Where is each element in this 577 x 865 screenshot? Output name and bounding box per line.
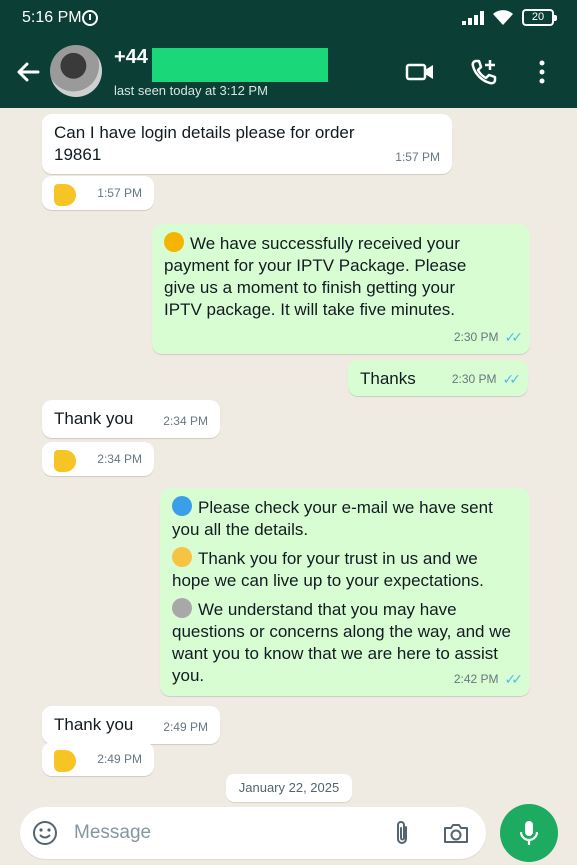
reaction-bubble-incoming[interactable]: 2:34 PM: [42, 442, 154, 476]
message-composer: [20, 807, 486, 859]
alarm-icon: [82, 10, 98, 26]
video-call-icon[interactable]: [404, 56, 436, 88]
redaction-box: [152, 48, 328, 82]
blue-heart-emoji: [172, 496, 192, 516]
smiling-face-emoji: [172, 547, 192, 567]
add-call-icon[interactable]: [468, 56, 500, 88]
emoji-icon[interactable]: [32, 820, 58, 846]
chat-messages: Can I have login details please for orde…: [0, 108, 577, 806]
waving-hand-emoji: [164, 232, 184, 252]
read-ticks-icon: ✓✓: [504, 329, 524, 345]
message-text: Thanks: [360, 369, 416, 388]
wifi-icon: [493, 10, 513, 25]
back-arrow-icon[interactable]: [14, 58, 42, 86]
message-time: 2:42 PM: [453, 672, 499, 686]
contact-name[interactable]: +44: [114, 46, 148, 69]
gear-emoji: [172, 598, 192, 618]
date-divider: January 22, 2025: [226, 774, 352, 802]
more-options-icon[interactable]: [526, 56, 558, 88]
reaction-bubble-incoming[interactable]: 2:49 PM: [42, 742, 154, 776]
message-time: 2:49 PM: [97, 752, 142, 766]
thumbs-up-emoji: [54, 450, 76, 472]
message-time: 2:30 PM: [451, 372, 497, 386]
message-bubble-incoming[interactable]: Can I have login details please for orde…: [42, 114, 452, 174]
last-seen: last seen today at 3:12 PM: [114, 83, 268, 98]
message-text: Please check your e-mail we have sent yo…: [172, 498, 493, 539]
message-time: 2:34 PM: [163, 414, 208, 428]
microphone-icon: [519, 821, 539, 845]
battery-icon: 20: [522, 9, 557, 26]
chat-header: +44 last seen today at 3:12 PM: [0, 36, 577, 108]
message-bubble-outgoing[interactable]: We have successfully received your payme…: [152, 224, 530, 354]
avatar[interactable]: [50, 45, 102, 97]
thumbs-up-emoji: [54, 184, 76, 206]
message-text: Can I have login details please for orde…: [54, 123, 355, 164]
message-time: 1:57 PM: [395, 150, 440, 164]
read-ticks-icon: ✓✓: [502, 371, 522, 387]
message-text: We have successfully received your payme…: [164, 234, 467, 319]
message-bubble-incoming[interactable]: Thank you 2:34 PM: [42, 400, 220, 438]
thumbs-up-emoji: [54, 750, 76, 772]
read-ticks-icon: ✓✓: [504, 671, 524, 687]
camera-icon[interactable]: [442, 820, 470, 846]
message-bubble-outgoing[interactable]: Please check your e-mail we have sent yo…: [160, 488, 530, 696]
message-bubble-incoming[interactable]: Thank you 2:49 PM: [42, 706, 220, 744]
message-time: 2:30 PM: [453, 330, 499, 344]
message-text: Thank you: [54, 409, 134, 428]
status-time: 5:16 PM: [22, 9, 82, 26]
message-time: 2:49 PM: [163, 720, 208, 734]
signal-icon: [462, 11, 486, 25]
attach-icon[interactable]: [390, 819, 414, 847]
message-text: Thank you for your trust in us and we ho…: [172, 549, 484, 590]
reaction-bubble-incoming[interactable]: 1:57 PM: [42, 176, 154, 210]
message-bubble-outgoing[interactable]: Thanks 2:30 PM ✓✓: [348, 360, 528, 396]
message-time: 1:57 PM: [97, 186, 142, 200]
status-bar: 5:16 PM 20: [0, 0, 577, 36]
message-input[interactable]: [74, 817, 374, 849]
mic-button[interactable]: [500, 804, 558, 862]
message-time: 2:34 PM: [97, 452, 142, 466]
message-text: Thank you: [54, 715, 134, 734]
